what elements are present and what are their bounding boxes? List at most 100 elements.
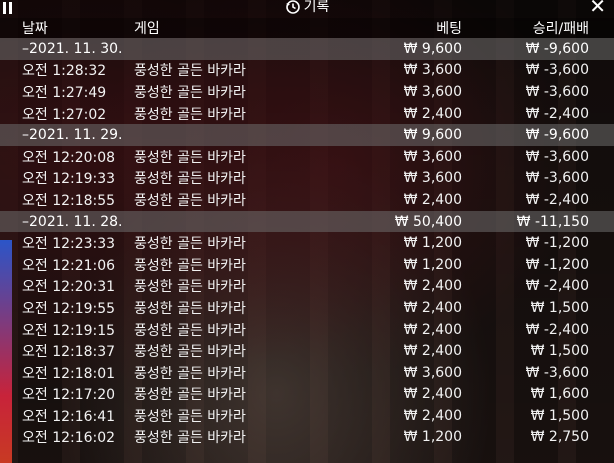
- table-row[interactable]: 오전 12:19:55 풍성한 골든 바카라 ₩ 2,400 ₩ 1,500: [0, 297, 614, 319]
- row-bet: ₩ 3,600: [403, 364, 462, 381]
- table-row[interactable]: 오전 1:27:49 풍성한 골든 바카라 ₩ 3,600 ₩ -3,600: [0, 81, 614, 103]
- row-time: 오전 12:20:31: [22, 279, 116, 296]
- row-result: ₩ -3,600: [525, 170, 589, 187]
- row-result: ₩ -3,600: [525, 83, 589, 100]
- row-bet: ₩ 2,400: [403, 321, 462, 338]
- table-row[interactable]: 오전 12:20:31 풍성한 골든 바카라 ₩ 2,400 ₩ -2,400: [0, 276, 614, 298]
- table-row[interactable]: 오전 12:19:33 풍성한 골든 바카라 ₩ 3,600 ₩ -3,600: [0, 168, 614, 190]
- history-table: –2021. 11. 30. ₩ 9,600 ₩ -9,600 오전 1:28:32 풍…: [0, 38, 614, 448]
- row-time: 오전 1:27:49: [22, 84, 107, 101]
- date-group-row[interactable]: –2021. 11. 30. ₩ 9,600 ₩ -9,600: [0, 38, 614, 60]
- row-result: ₩ 1,500: [530, 407, 589, 424]
- row-bet: ₩ 1,200: [403, 429, 462, 446]
- row-result: ₩ -3,600: [525, 148, 589, 165]
- row-result: ₩ 1,600: [530, 386, 589, 403]
- table-row[interactable]: 오전 12:17:20 풍성한 골든 바카라 ₩ 2,400 ₩ 1,600: [0, 384, 614, 406]
- row-result: ₩ -1,200: [525, 256, 589, 273]
- table-row[interactable]: 오전 12:19:15 풍성한 골든 바카라 ₩ 2,400 ₩ -2,400: [0, 319, 614, 341]
- table-header: 날짜 게임 베팅 승리/패배: [0, 18, 614, 38]
- table-row[interactable]: 오전 12:21:06 풍성한 골든 바카라 ₩ 1,200 ₩ -1,200: [0, 254, 614, 276]
- row-time: 오전 12:21:06: [22, 257, 116, 274]
- col-result: 승리/패배: [532, 21, 589, 37]
- row-result: ₩ -2,400: [525, 105, 589, 122]
- group-bet: ₩ 9,600: [403, 40, 462, 57]
- table-row[interactable]: 오전 12:18:55 풍성한 골든 바카라 ₩ 2,400 ₩ -2,400: [0, 189, 614, 211]
- row-bet: ₩ 2,400: [403, 191, 462, 208]
- row-time: 오전 12:19:33: [22, 171, 116, 188]
- group-bet: ₩ 9,600: [403, 127, 462, 144]
- row-game: 풍성한 골든 바카라: [134, 279, 246, 296]
- row-result: ₩ -1,200: [525, 235, 589, 252]
- row-time: 오전 12:19:15: [22, 322, 116, 339]
- row-bet: ₩ 3,600: [403, 148, 462, 165]
- table-row[interactable]: 오전 1:28:32 풍성한 골든 바카라 ₩ 3,600 ₩ -3,600: [0, 60, 614, 82]
- row-bet: ₩ 1,200: [403, 256, 462, 273]
- row-time: 오전 12:16:41: [22, 408, 116, 425]
- col-game: 게임: [134, 21, 160, 37]
- row-result: ₩ -2,400: [525, 278, 589, 295]
- row-time: 오전 12:18:55: [22, 192, 116, 209]
- row-time: 오전 12:17:20: [22, 387, 116, 404]
- row-result: ₩ 2,750: [530, 429, 589, 446]
- row-bet: ₩ 3,600: [403, 62, 462, 79]
- row-game: 풍성한 골든 바카라: [134, 365, 246, 382]
- row-game: 풍성한 골든 바카라: [134, 387, 246, 404]
- row-time: 오전 12:20:08: [22, 149, 116, 166]
- row-bet: ₩ 2,400: [403, 299, 462, 316]
- top-bar: 기록 ✕: [0, 0, 614, 18]
- row-time: 오전 12:23:33: [22, 236, 116, 253]
- table-row[interactable]: 오전 12:16:02 풍성한 골든 바카라 ₩ 1,200 ₩ 2,750: [0, 427, 614, 449]
- title-text: 기록: [303, 0, 330, 15]
- row-game: 풍성한 골든 바카라: [134, 430, 246, 447]
- row-time: 오전 12:16:02: [22, 430, 116, 447]
- row-bet: ₩ 1,200: [403, 235, 462, 252]
- row-result: ₩ -2,400: [525, 321, 589, 338]
- panel-title: 기록: [0, 0, 614, 16]
- row-game: 풍성한 골든 바카라: [134, 171, 246, 188]
- row-game: 풍성한 골든 바카라: [134, 300, 246, 317]
- row-bet: ₩ 3,600: [403, 83, 462, 100]
- row-bet: ₩ 2,400: [403, 105, 462, 122]
- group-result: ₩ -9,600: [525, 40, 589, 57]
- row-game: 풍성한 골든 바카라: [134, 149, 246, 166]
- row-time: 오전 1:28:32: [22, 63, 107, 80]
- row-bet: ₩ 2,400: [403, 407, 462, 424]
- row-bet: ₩ 2,400: [403, 278, 462, 295]
- row-bet: ₩ 2,400: [403, 386, 462, 403]
- row-result: ₩ 1,500: [530, 343, 589, 360]
- group-date: –2021. 11. 28.: [22, 213, 123, 230]
- row-time: 오전 12:18:01: [22, 365, 116, 382]
- row-game: 풍성한 골든 바카라: [134, 236, 246, 253]
- row-game: 풍성한 골든 바카라: [134, 322, 246, 339]
- row-result: ₩ -3,600: [525, 62, 589, 79]
- group-date: –2021. 11. 29.: [22, 127, 123, 144]
- row-game: 풍성한 골든 바카라: [134, 192, 246, 209]
- date-group-row[interactable]: –2021. 11. 29. ₩ 9,600 ₩ -9,600: [0, 124, 614, 146]
- row-game: 풍성한 골든 바카라: [134, 257, 246, 274]
- row-bet: ₩ 2,400: [403, 343, 462, 360]
- date-group-row[interactable]: –2021. 11. 28. ₩ 50,400 ₩ -11,150: [0, 210, 614, 233]
- group-result: ₩ -11,150: [516, 213, 589, 230]
- group-date: –2021. 11. 30.: [22, 40, 123, 57]
- row-game: 풍성한 골든 바카라: [134, 344, 246, 361]
- col-date: 날짜: [22, 21, 48, 37]
- table-row[interactable]: 오전 12:16:41 풍성한 골든 바카라 ₩ 2,400 ₩ 1,500: [0, 405, 614, 427]
- table-row[interactable]: 오전 1:27:02 풍성한 골든 바카라 ₩ 2,400 ₩ -2,400: [0, 103, 614, 125]
- group-result: ₩ -9,600: [525, 127, 589, 144]
- row-time: 오전 12:19:55: [22, 300, 116, 317]
- group-bet: ₩ 50,400: [394, 213, 462, 230]
- close-button[interactable]: ✕: [589, 0, 606, 18]
- row-game: 풍성한 골든 바카라: [134, 106, 246, 123]
- table-row[interactable]: 오전 12:18:01 풍성한 골든 바카라 ₩ 3,600 ₩ -3,600: [0, 362, 614, 384]
- row-time: 오전 1:27:02: [22, 106, 107, 123]
- row-game: 풍성한 골든 바카라: [134, 63, 246, 80]
- row-result: ₩ -2,400: [525, 191, 589, 208]
- row-result: ₩ 1,500: [530, 299, 589, 316]
- history-icon: [285, 0, 300, 14]
- table-row[interactable]: 오전 12:23:33 풍성한 골든 바카라 ₩ 1,200 ₩ -1,200: [0, 232, 614, 254]
- row-result: ₩ -3,600: [525, 364, 589, 381]
- table-row[interactable]: 오전 12:18:37 풍성한 골든 바카라 ₩ 2,400 ₩ 1,500: [0, 340, 614, 362]
- row-bet: ₩ 3,600: [403, 170, 462, 187]
- row-time: 오전 12:18:37: [22, 344, 116, 361]
- table-row[interactable]: 오전 12:20:08 풍성한 골든 바카라 ₩ 3,600 ₩ -3,600: [0, 146, 614, 168]
